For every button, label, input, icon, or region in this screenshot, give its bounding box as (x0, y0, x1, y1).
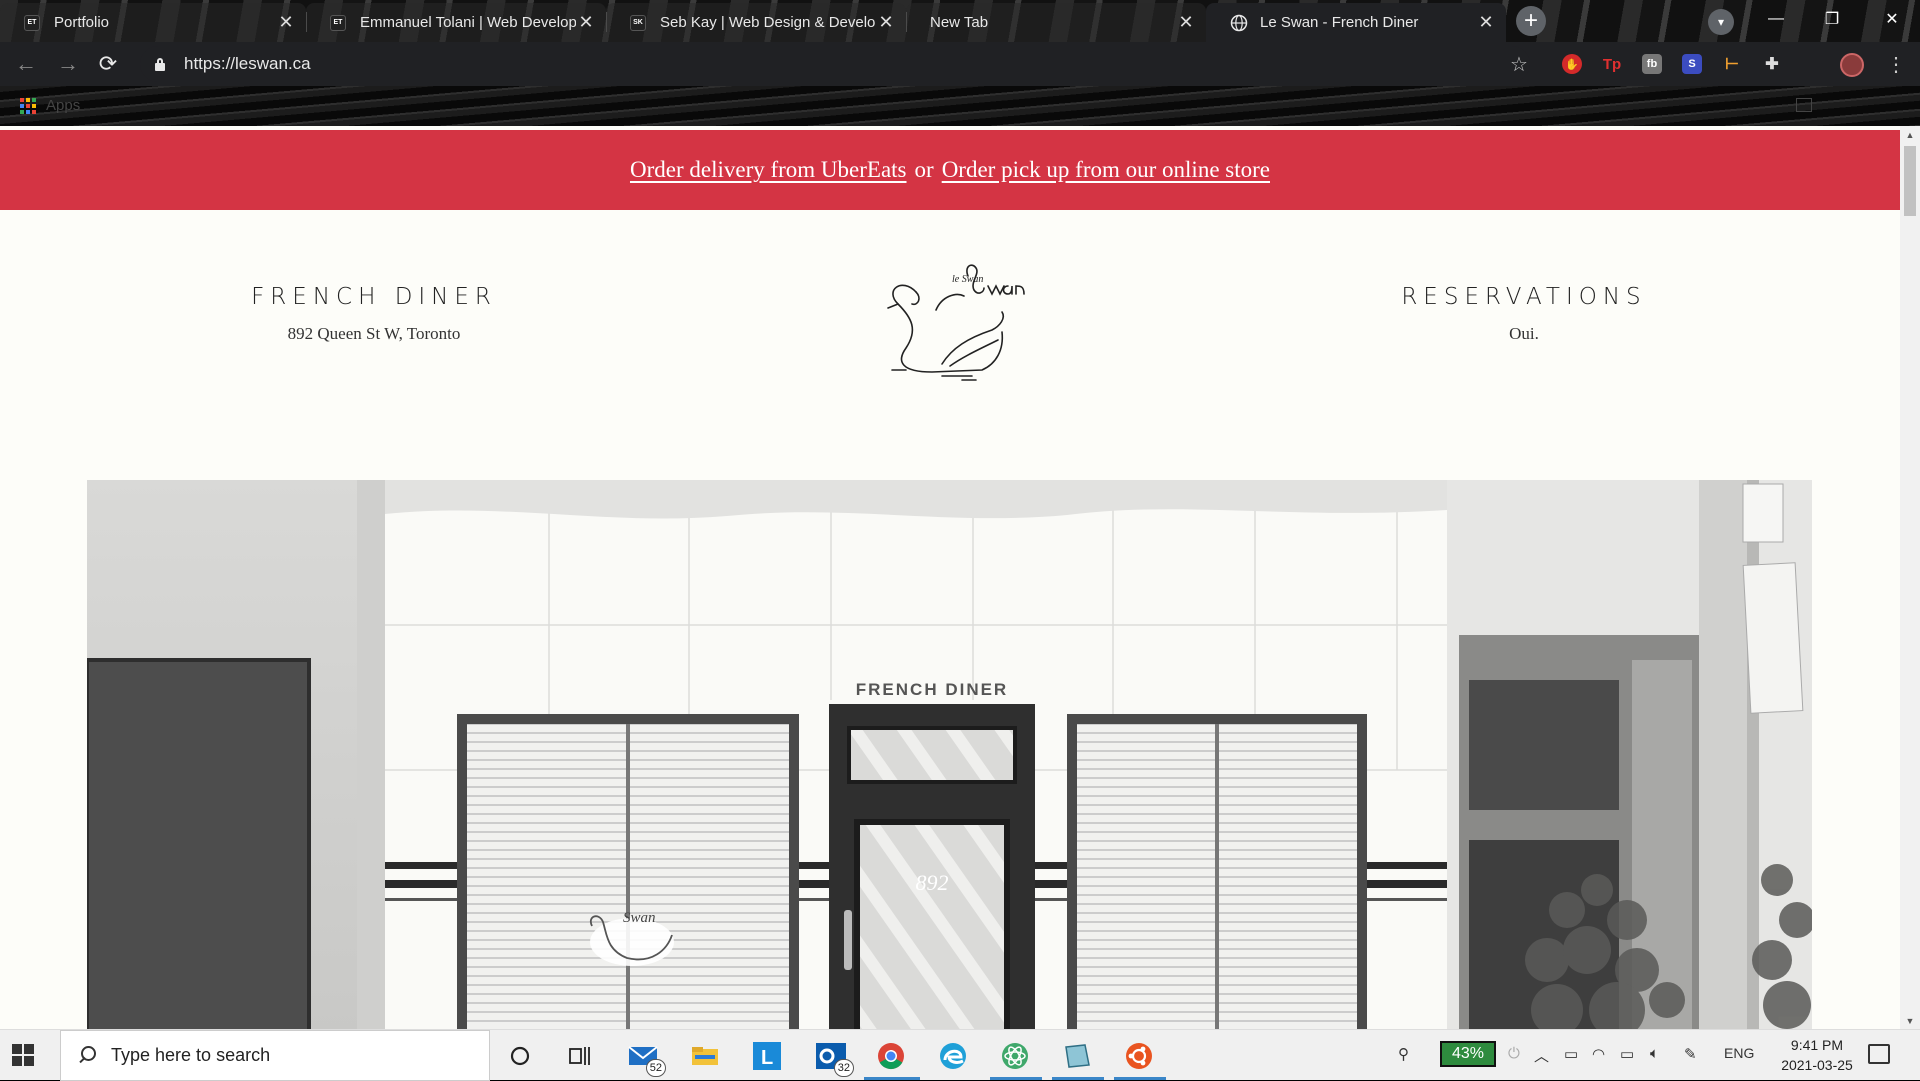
tab-title: Seb Kay | Web Design & Development (660, 14, 876, 31)
s-extension-icon[interactable]: S (1682, 54, 1702, 74)
diner-heading: FRENCH DINER (251, 284, 497, 310)
chrome-icon[interactable] (874, 1039, 908, 1073)
svg-text:L: L (761, 1047, 773, 1069)
reservations-heading[interactable]: RESERVATIONS (1374, 284, 1674, 310)
globe-icon (1230, 14, 1248, 32)
pin-extension-icon[interactable]: ⊢ (1722, 54, 1742, 74)
fb-extension-icon[interactable]: fb (1642, 54, 1662, 74)
tab-favicon: ET (330, 14, 346, 31)
power-plug-icon: ⏻ (1508, 1045, 1520, 1062)
tab-title: New Tab (930, 14, 989, 31)
edge-icon[interactable] (936, 1039, 970, 1073)
new-tab-button[interactable]: + (1516, 6, 1546, 36)
close-icon[interactable]: ✕ (1476, 12, 1496, 33)
door-number: 892 (916, 870, 949, 895)
battery-indicator[interactable]: 43% (1440, 1041, 1496, 1067)
restore-icon[interactable]: ❐ (1804, 0, 1860, 38)
atom-icon[interactable] (998, 1039, 1032, 1073)
window-logo-text: Swan (623, 910, 656, 926)
notification-center-icon[interactable] (1868, 1044, 1890, 1064)
browser-toolbar: ← → ⟳ https://leswan.ca ☆ ✋ Tp fb S ⊢ ✚ … (0, 42, 1920, 86)
url-text[interactable]: https://leswan.ca (184, 54, 311, 74)
taskbar-search-placeholder: Type here to search (111, 1045, 271, 1065)
windows-start-icon[interactable] (12, 1044, 34, 1066)
mail-icon[interactable]: 52 (626, 1039, 666, 1077)
close-icon[interactable]: ✕ (1176, 12, 1196, 33)
reservations-info: RESERVATIONS Oui. (1374, 284, 1674, 344)
file-explorer-icon[interactable] (688, 1039, 722, 1073)
lock-icon (152, 56, 168, 72)
tab-favicon: ET (24, 14, 40, 31)
wifi-icon[interactable]: ◠ (1592, 1045, 1605, 1063)
clock-date: 2021-03-25 (1781, 1057, 1853, 1073)
storefront-illustration: Swan FRENCH DINER 892 (87, 480, 1812, 1029)
outlook-icon[interactable]: 32 (814, 1039, 854, 1077)
tab-seb-kay[interactable]: SK Seb Kay | Web Design & Development ✕ (606, 3, 906, 42)
tab-emmanuel-tolani[interactable]: ET Emmanuel Tolani | Web Developer ✕ (306, 3, 606, 42)
forward-arrow-icon[interactable]: → (54, 50, 82, 78)
task-view-icon[interactable] (563, 1039, 597, 1073)
puzzle-extension-icon[interactable]: ✚ (1762, 54, 1782, 74)
address-bar[interactable]: https://leswan.ca (140, 46, 1530, 82)
tab-portfolio[interactable]: ET Portfolio ✕ (0, 3, 306, 42)
scroll-thumb[interactable] (1904, 146, 1916, 216)
tp-extension-icon[interactable]: Tp (1602, 54, 1622, 74)
tab-title: Emmanuel Tolani | Web Developer (360, 14, 576, 31)
door-sign: FRENCH DINER (856, 680, 1008, 699)
cortana-icon[interactable] (503, 1039, 537, 1073)
order-banner: Order delivery from UberEats or Order pi… (0, 130, 1900, 210)
chevron-up-icon[interactable]: ︿ (1534, 1045, 1549, 1066)
windows-taskbar: Type here to search 52 L 32 ⚲ 43% ⏻ ︿ ▭ … (0, 1029, 1920, 1081)
tab-title: Portfolio (54, 14, 110, 31)
scroll-down-arrow-icon[interactable]: ▼ (1900, 1012, 1920, 1029)
profile-avatar[interactable] (1840, 53, 1864, 77)
tab-le-swan[interactable]: Le Swan - French Diner ✕ (1206, 3, 1506, 42)
tab-favicon: SK (630, 14, 646, 31)
clock-time: 9:41 PM (1790, 1037, 1844, 1053)
l-app-icon[interactable]: L (750, 1039, 784, 1073)
notes-app-icon[interactable] (1060, 1039, 1094, 1073)
apps-label[interactable]: Apps (46, 97, 80, 114)
logo-text: le Swan (952, 274, 983, 285)
ubuntu-icon[interactable] (1122, 1039, 1156, 1073)
close-icon[interactable]: ✕ (576, 12, 596, 33)
pen-icon[interactable]: ✎ (1684, 1045, 1697, 1063)
tab-search-chevron-icon[interactable]: ▾ (1708, 9, 1734, 35)
bookmarks-bar: Apps (0, 86, 1920, 126)
tab-title: Le Swan - French Diner (1260, 14, 1419, 31)
outlook-badge: 32 (833, 1059, 854, 1077)
tab-strip: ET Portfolio ✕ ET Emmanuel Tolani | Web … (0, 0, 1920, 42)
language-indicator[interactable]: ENG (1724, 1045, 1754, 1061)
banner-connector: or (914, 157, 934, 182)
tab-new-tab[interactable]: New Tab ✕ (906, 3, 1206, 42)
people-icon[interactable]: ⚲ (1398, 1045, 1409, 1063)
diner-info: FRENCH DINER 892 Queen St W, Toronto (224, 284, 524, 344)
reload-icon[interactable]: ⟳ (94, 50, 122, 78)
more-menu-icon[interactable]: ⋮ (1886, 52, 1906, 77)
back-arrow-icon[interactable]: ← (12, 50, 40, 78)
taskbar-search-box[interactable]: Type here to search (60, 1030, 490, 1081)
page-scrollbar[interactable]: ▲ ▼ (1900, 126, 1920, 1029)
minimize-icon[interactable]: — (1748, 0, 1804, 38)
ubereats-link[interactable]: Order delivery from UberEats (630, 157, 907, 183)
scroll-up-arrow-icon[interactable]: ▲ (1900, 126, 1920, 143)
bookmark-star-icon[interactable]: ☆ (1510, 52, 1528, 77)
battery-icon[interactable]: ▭ (1620, 1045, 1634, 1063)
volume-icon[interactable]: 🔈︎ (1650, 1045, 1659, 1062)
web-page: Order delivery from UberEats or Order pi… (0, 126, 1900, 1029)
device-icon[interactable]: ▭ (1564, 1045, 1578, 1063)
search-icon (77, 1045, 99, 1067)
adblock-extension-icon[interactable]: ✋ (1562, 54, 1582, 74)
online-store-link[interactable]: Order pick up from our online store (942, 157, 1270, 183)
reservations-text: Oui. (1509, 324, 1539, 343)
diner-address: 892 Queen St W, Toronto (287, 324, 461, 343)
system-clock[interactable]: 9:41 PM 2021-03-25 (1762, 1035, 1872, 1075)
reading-list-icon[interactable] (1796, 98, 1812, 112)
mail-badge: 52 (645, 1059, 666, 1077)
le-swan-logo[interactable]: le Swan (872, 252, 1032, 382)
close-icon[interactable]: ✕ (876, 12, 896, 33)
apps-grid-icon[interactable] (20, 98, 36, 114)
window-close-icon[interactable]: ✕ (1864, 0, 1920, 38)
close-icon[interactable]: ✕ (276, 12, 296, 33)
